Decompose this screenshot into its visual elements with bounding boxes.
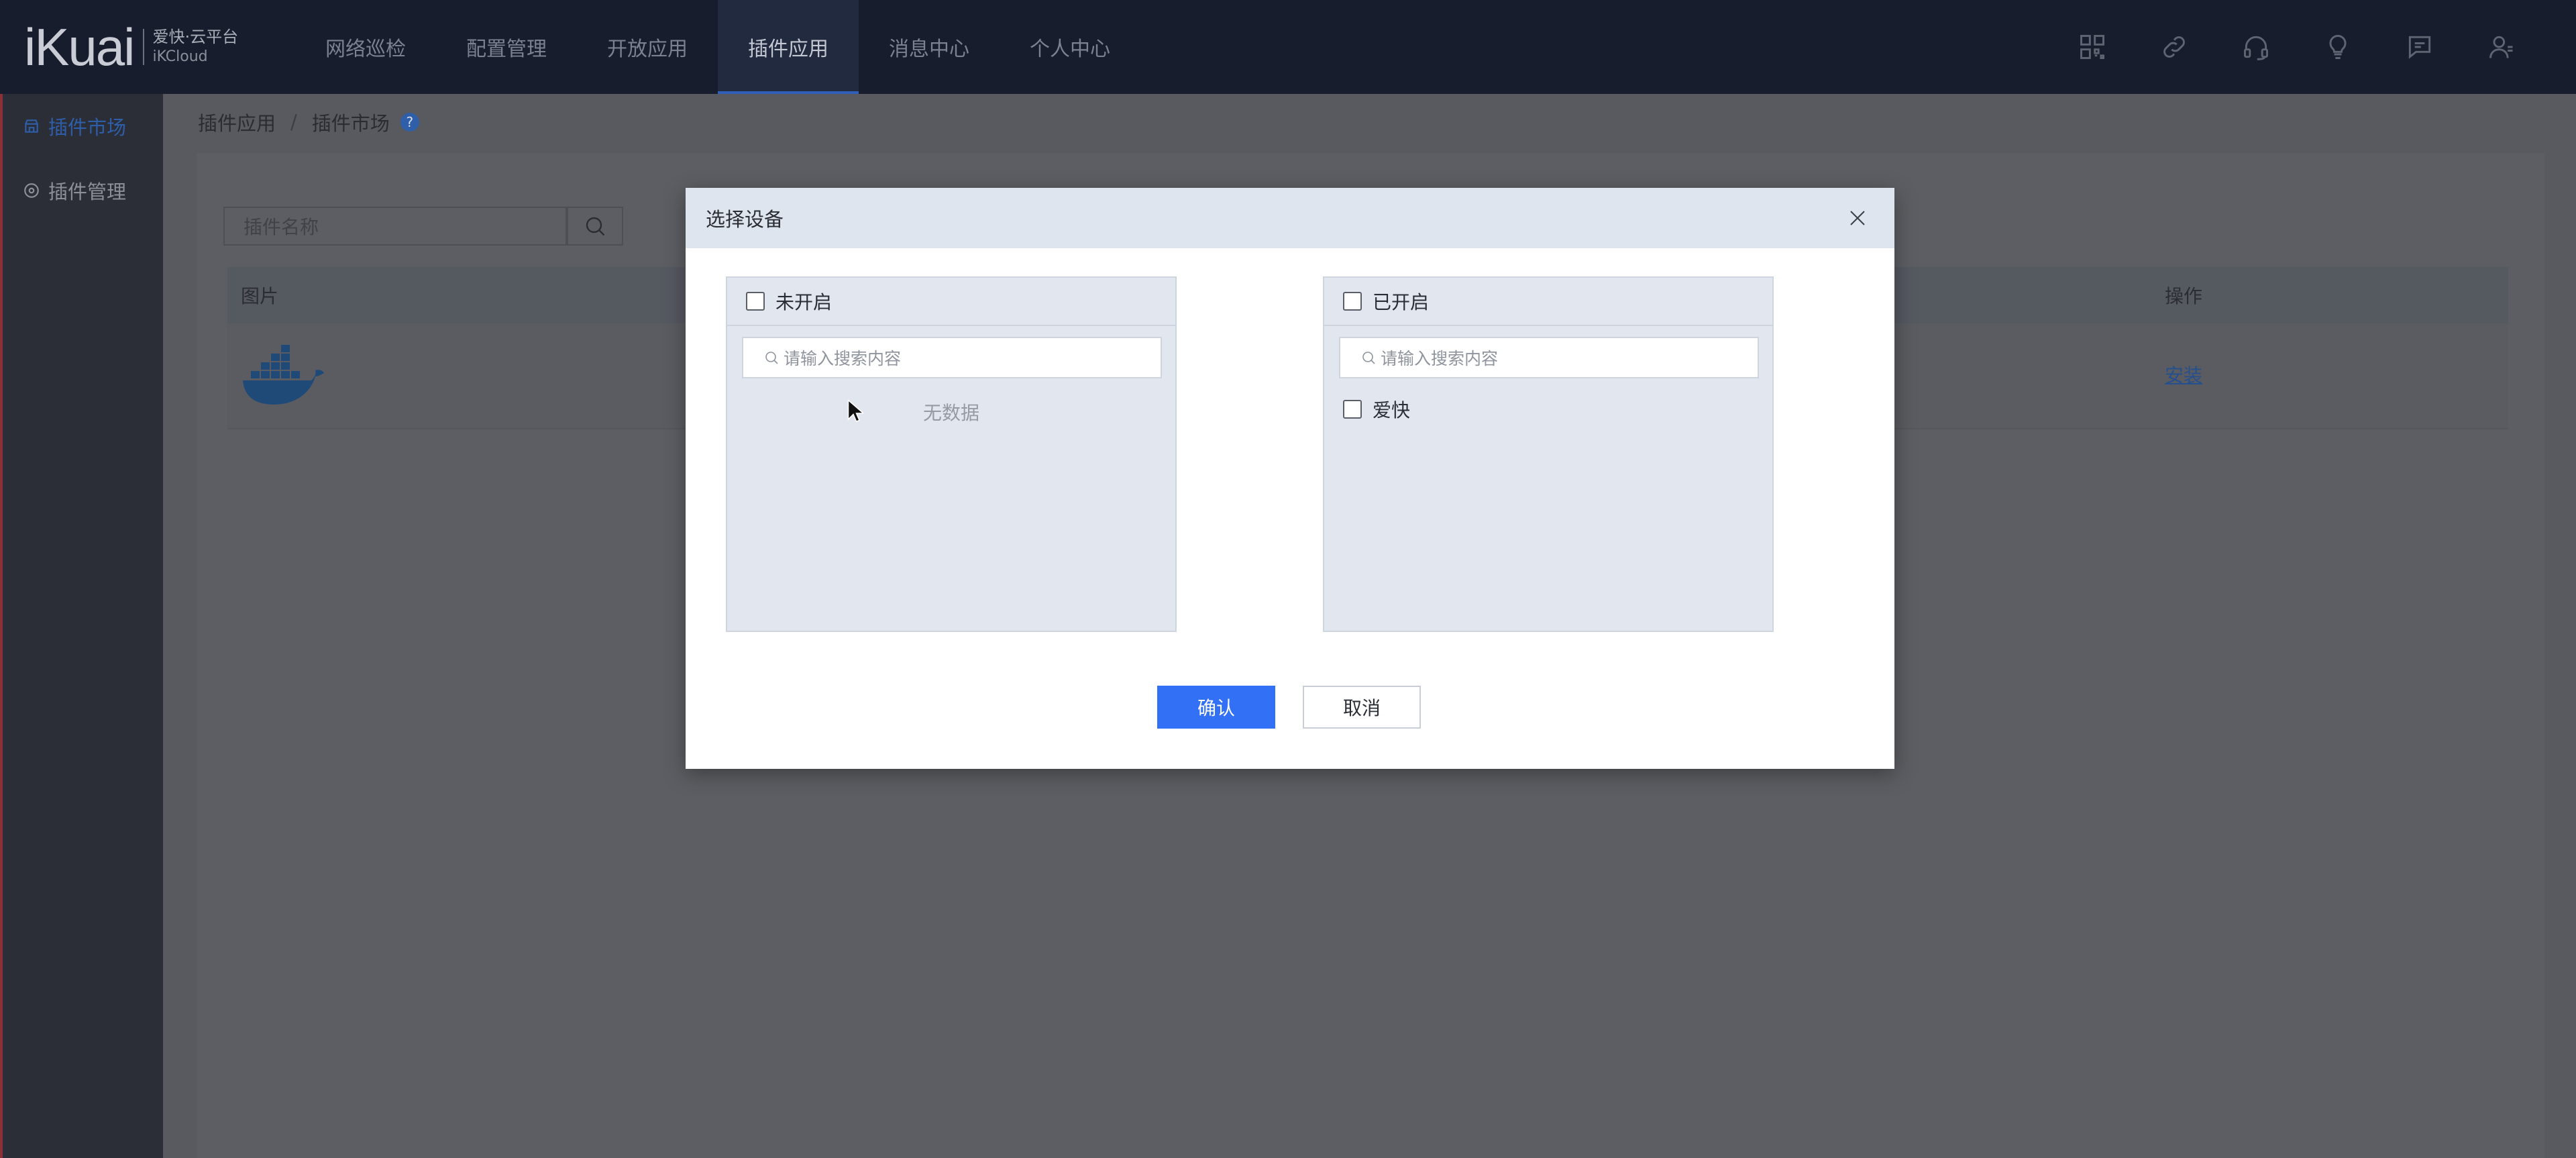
search-icon <box>586 217 605 236</box>
cancel-button[interactable]: 取消 <box>1303 686 1421 729</box>
list-item[interactable]: 爱快 <box>1343 396 1410 423</box>
sidebar-item-label: 插件市场 <box>48 116 127 139</box>
mouse-cursor-icon <box>847 399 863 422</box>
transfer-search-input[interactable]: 请输入搜索内容 <box>1339 337 1759 378</box>
transfer-title: 未开启 <box>775 291 833 313</box>
nav-open-apps[interactable]: 开放应用 <box>577 0 718 94</box>
close-icon[interactable] <box>1847 208 1868 228</box>
docker-whale-icon <box>243 345 324 405</box>
logo-text: iKuai <box>24 17 135 76</box>
item-label: 爱快 <box>1373 399 1411 421</box>
empty-text: 无数据 <box>922 402 979 424</box>
transfer-header: 已开启 <box>1324 278 1772 326</box>
search-icon <box>765 352 778 364</box>
dialog-header: 选择设备 <box>686 188 1894 248</box>
column-image: 图片 <box>241 285 279 307</box>
nav-icon-group <box>2051 0 2542 94</box>
sidebar: 插件市场 插件管理 <box>0 94 163 1158</box>
breadcrumb-separator: / <box>290 111 297 134</box>
transfer-title: 已开启 <box>1373 291 1430 313</box>
link-icon[interactable] <box>2133 0 2215 94</box>
main-nav: 网络巡检 配置管理 开放应用 插件应用 消息中心 个人中心 <box>295 0 1140 94</box>
transfer-search-input[interactable]: 请输入搜索内容 <box>742 337 1162 378</box>
top-navbar: iKuai 爱快·云平台 iKCloud 网络巡检 配置管理 开放应用 插件应用… <box>0 0 2576 94</box>
help-icon[interactable]: ? <box>400 113 419 131</box>
nav-message-center[interactable]: 消息中心 <box>859 0 1000 94</box>
item-checkbox[interactable] <box>1343 400 1362 419</box>
apps-grid-icon[interactable] <box>2051 0 2133 94</box>
plugin-search-input[interactable]: 插件名称 <box>223 207 567 246</box>
breadcrumb-parent[interactable]: 插件应用 <box>198 108 276 136</box>
transfer-panel-disabled: 未开启 请输入搜索内容 无数据 <box>726 276 1177 632</box>
brand-names: 爱快·云平台 iKCloud <box>152 27 238 67</box>
search-placeholder: 请输入搜索内容 <box>784 349 902 368</box>
confirm-button[interactable]: 确认 <box>1157 686 1275 729</box>
search-placeholder: 请输入搜索内容 <box>1381 349 1499 368</box>
transfer-header: 未开启 <box>727 278 1175 326</box>
transfer-panel-enabled: 已开启 请输入搜索内容 爱快 <box>1323 276 1774 632</box>
message-icon[interactable] <box>2379 0 2461 94</box>
search-button[interactable] <box>567 207 623 246</box>
market-icon <box>25 119 38 133</box>
nav-plugin-apps[interactable]: 插件应用 <box>718 0 859 94</box>
select-device-dialog: 选择设备 未开启 请输入搜索内容 无数据 已开启 请输入搜索内容 爱快 确认 取… <box>686 188 1894 769</box>
brand-logo[interactable]: iKuai 爱快·云平台 iKCloud <box>24 17 238 76</box>
nav-personal-center[interactable]: 个人中心 <box>1000 0 1140 94</box>
brand-name-cn: 爱快·云平台 <box>152 28 239 46</box>
column-action: 操作 <box>2165 285 2203 307</box>
select-all-checkbox[interactable] <box>746 292 765 311</box>
logo-divider <box>143 29 145 65</box>
select-all-checkbox[interactable] <box>1343 292 1362 311</box>
breadcrumb-current: 插件市场 <box>311 112 390 135</box>
install-link[interactable]: 安装 <box>2165 361 2202 388</box>
nav-network-inspection[interactable]: 网络巡检 <box>295 0 436 94</box>
nav-config-management[interactable]: 配置管理 <box>436 0 577 94</box>
settings-icon <box>24 183 39 198</box>
brand-name-en: iKCloud <box>152 48 208 65</box>
dialog-title: 选择设备 <box>706 208 784 231</box>
breadcrumb: 插件应用 / 插件市场 ? <box>198 109 419 136</box>
sidebar-item-label: 插件管理 <box>48 180 127 203</box>
lightbulb-icon[interactable] <box>2297 0 2379 94</box>
sidebar-item-plugin-management[interactable]: 插件管理 <box>3 158 163 223</box>
sidebar-item-plugin-market[interactable]: 插件市场 <box>3 94 163 158</box>
user-icon[interactable] <box>2461 0 2542 94</box>
headset-icon[interactable] <box>2215 0 2297 94</box>
search-icon <box>1362 352 1375 364</box>
